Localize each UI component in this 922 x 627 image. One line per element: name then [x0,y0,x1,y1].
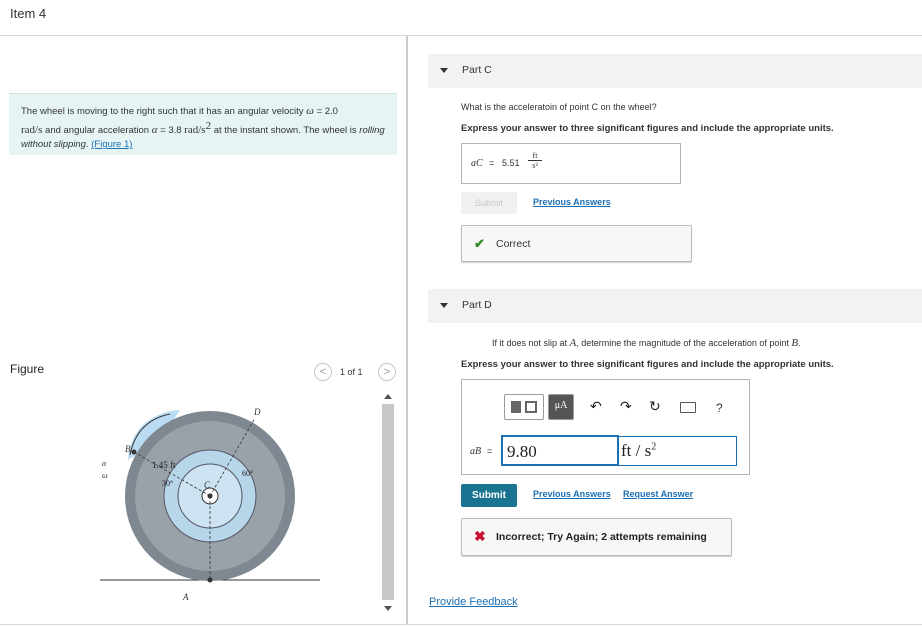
alpha-label: α [102,459,107,468]
request-answer-link[interactable]: Request Answer [623,489,693,499]
alpha-unit: rad/s [184,124,206,137]
reset-icon[interactable]: ↻ [649,398,661,415]
redo-icon[interactable]: ↷ [620,398,632,415]
question-text: . [798,338,801,348]
keyboard-icon[interactable] [680,402,696,413]
problem-text: = 2.0 [313,106,338,117]
units-button[interactable]: μA [548,394,574,420]
part-d-question: If it does not slip at A, determine the … [492,337,801,349]
column-divider [406,36,408,624]
part-c-unit: ft s² [528,151,542,170]
help-icon[interactable]: ? [716,401,723,415]
equals-sign: = [489,158,495,168]
radius-dimension-label: 1.45 ft [152,460,176,470]
part-d-feedback: ✖ Incorrect; Try Again; 2 attempts remai… [461,518,732,556]
problem-text: The wheel is moving to the right such th… [21,106,307,117]
units-text: ft / s [621,441,652,460]
point-a [207,577,213,583]
question-text: , determine the magnitude of the acceler… [576,338,792,348]
part-d-header[interactable]: Part D [428,289,922,323]
part-c-variable: aC [471,158,483,169]
omega-label: ω [102,471,108,480]
top-divider [0,35,922,36]
part-d-units-input[interactable]: ft / s2 [619,436,737,466]
undo-icon[interactable]: ↶ [590,398,602,415]
figure-link[interactable]: (Figure 1) [91,139,132,150]
point-b [131,449,137,455]
part-d-submit-button[interactable]: Submit [461,484,517,507]
part-c-instruction: Express your answer to three significant… [461,123,834,134]
part-d-variable: aB [470,446,482,457]
point-b-label: B [125,444,131,454]
angle-30-label: 30° [162,479,173,488]
part-c-answer-box: aC = 5.51 ft s² [461,143,681,184]
part-c-submit-button[interactable]: Submit [461,192,517,214]
provide-feedback-link[interactable]: Provide Feedback [429,596,518,608]
omega-symbol: ω [306,105,314,117]
part-d-previous-answers-link[interactable]: Previous Answers [533,489,611,499]
unit-numerator: ft [528,151,542,161]
part-d-answer-panel: μA ↶ ↷ ↻ ? aB = 9.80 ft / s2 [461,379,750,475]
wheel-figure: α ω B D C A 1.45 ft 30° 60° [100,407,320,602]
item-title: Item 4 [10,6,47,21]
question-text: If it does not slip at [492,338,570,348]
figure-next-button[interactable]: > [378,363,396,381]
problem-text: at the instant shown. The wheel is [211,125,360,137]
part-c-question: What is the acceleratoin of point C on t… [461,102,657,112]
problem-text: = 3.8 [157,125,185,137]
part-d-value-input[interactable]: 9.80 [501,435,619,466]
checkmark-icon: ✔ [474,236,485,251]
figure-scrollbar[interactable] [382,392,394,616]
template-box-icon [525,401,537,413]
collapse-triangle-icon[interactable] [440,303,448,308]
bottom-divider [0,624,922,625]
point-d-label: D [253,407,261,417]
figure-prev-button[interactable]: < [314,363,332,381]
part-d-instruction: Express your answer to three significant… [461,359,834,370]
angle-60-label: 60° [242,469,253,478]
problem-text: and angular acceleration [42,125,152,137]
template-block-icon [511,401,521,413]
part-d-feedback-text: Incorrect; Try Again; 2 attempts remaini… [496,531,707,543]
part-c-value: 5.51 [502,158,520,168]
point-c-label: C [204,480,211,490]
collapse-triangle-icon[interactable] [440,68,448,73]
scroll-down-arrow-icon[interactable] [384,606,392,611]
omega-unit: rad/s [21,124,43,137]
part-c-feedback-text: Correct [496,238,531,250]
part-c-header[interactable]: Part C [428,54,922,88]
x-mark-icon: ✖ [474,528,486,544]
figure-title: Figure [10,362,45,376]
scroll-up-arrow-icon[interactable] [384,394,392,399]
figure-pager-label: 1 of 1 [340,367,363,377]
problem-statement: The wheel is moving to the right such th… [9,93,397,155]
scroll-thumb[interactable] [382,404,394,600]
units-exponent: 2 [651,441,657,453]
part-c-previous-answers-link[interactable]: Previous Answers [533,197,611,207]
unit-denominator: s² [532,161,538,170]
part-d-label: Part D [462,299,492,311]
equals-sign: = [487,446,493,456]
part-c-label: Part C [462,64,492,76]
part-c-feedback: ✔ Correct [461,225,692,262]
templates-button[interactable] [504,394,544,420]
point-a-label: A [182,592,189,602]
